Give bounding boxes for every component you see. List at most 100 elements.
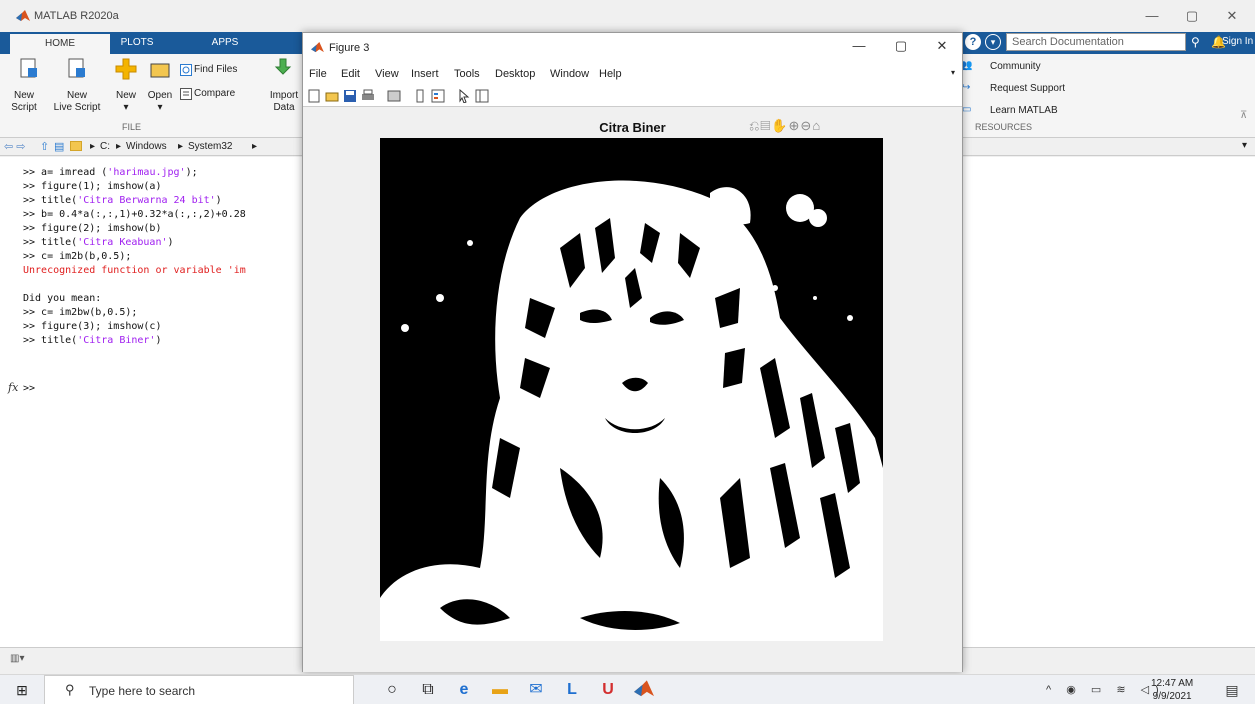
new-live-label-1: New (66, 90, 87, 101)
path-separator-icon: ▸ (90, 141, 96, 152)
file-explorer-icon[interactable]: ▬ (490, 680, 510, 700)
command-prompt[interactable]: >> (23, 383, 35, 394)
compare-button[interactable]: Compare (194, 88, 235, 99)
collapse-ribbon-icon[interactable]: ⊼ (1240, 110, 1247, 121)
pan-icon[interactable]: ✋ (771, 118, 788, 133)
new-script-label-2: Script (11, 102, 37, 113)
print-icon[interactable] (361, 89, 375, 103)
binary-tiger-image (380, 138, 883, 641)
help-icon[interactable]: ? (965, 34, 981, 50)
path-dropdown-icon[interactable]: ▾ (1242, 140, 1247, 151)
sign-in-link[interactable]: Sign In (1222, 36, 1253, 47)
axes-toolbar: ⎌▤✋⊕⊖⌂ (749, 118, 821, 134)
file-group-label: FILE (122, 122, 142, 132)
open-button[interactable]: Open ▾ (144, 90, 176, 114)
figure-minimize-button[interactable]: — (839, 38, 879, 53)
matlab-titlebar: MATLAB R2020a — ▢ ✕ (0, 0, 1255, 32)
import-data-button[interactable]: Import Data (266, 90, 302, 114)
new-label: New (115, 90, 136, 101)
new-figure-icon[interactable] (307, 89, 321, 103)
path-crumb-windows[interactable]: Windows (126, 141, 167, 152)
taskbar-search-box[interactable]: ⚲ Type here to search (44, 675, 354, 704)
new-dropdown-icon: ▾ (123, 102, 129, 113)
command-line: >> b= 0.4*a(:,:,1)+0.32*a(:,:,2)+0.28 (23, 209, 246, 220)
new-script-icon (20, 58, 37, 78)
figure-window: Figure 3 — ▢ ✕ File Edit View Insert Too… (302, 32, 963, 672)
menu-edit[interactable]: Edit (341, 68, 360, 80)
command-window[interactable]: >> a= imread ('harimau.jpg'); >> figure(… (0, 157, 305, 647)
system-tray-icons[interactable]: ^ ◉ ▭ ≋ ◁) (1046, 683, 1165, 696)
path-crumb-system32[interactable]: System32 (188, 141, 232, 152)
command-line: >> title('Citra Biner') (23, 335, 162, 346)
new-script-button[interactable]: New Script (4, 90, 44, 114)
path-separator-icon: ▸ (178, 141, 184, 152)
figure-titlebar: Figure 3 — ▢ ✕ (303, 33, 962, 63)
function-browser-icon[interactable]: fx (8, 381, 18, 394)
tab-home[interactable]: HOME (10, 34, 110, 54)
command-line: >> a= imread ('harimau.jpg'); (23, 167, 198, 178)
learning-app-icon[interactable]: L (562, 680, 582, 700)
learn-matlab-link[interactable]: Learn MATLAB (990, 105, 1058, 116)
command-line: >> c= im2b(b,0.5); (23, 251, 132, 262)
community-link[interactable]: Community (990, 61, 1041, 72)
edge-icon[interactable]: e (454, 680, 474, 700)
maximize-button[interactable]: ▢ (1172, 6, 1212, 26)
search-documentation-input[interactable]: Search Documentation (1006, 33, 1186, 51)
open-label: Open (147, 90, 173, 101)
home-icon[interactable]: ⌂ (812, 118, 821, 133)
windows-taskbar: ⊞ ⚲ Type here to search ○ ⧉ e ▬ ✉ L U ^ … (0, 674, 1255, 704)
figure-toolbar (303, 85, 962, 107)
back-forward-icon[interactable]: ⇦ ⇨ (4, 140, 26, 153)
path-separator-icon: ▸ (116, 141, 122, 152)
pointer-icon[interactable] (457, 89, 471, 103)
status-bar-icon: ▥▾ (10, 653, 25, 664)
task-view-icon[interactable]: ⧉ (418, 680, 438, 700)
request-support-link[interactable]: Request Support (990, 83, 1065, 94)
menu-desktop[interactable]: Desktop (495, 68, 535, 80)
search-icon[interactable]: ⚲ (1191, 35, 1200, 49)
save-icon[interactable] (343, 89, 357, 103)
menu-file[interactable]: File (309, 68, 327, 80)
menu-tools[interactable]: Tools (454, 68, 480, 80)
menu-window[interactable]: Window (550, 68, 589, 80)
menu-overflow-icon[interactable]: ▾ (951, 68, 955, 77)
taskbar-clock[interactable]: 12:47 AM 9/9/2021 (1151, 677, 1193, 703)
notification-center-icon[interactable]: ▤ (1222, 680, 1242, 700)
command-line: >> figure(2); imshow(b) (23, 223, 162, 234)
matlab-logo-icon (16, 10, 30, 21)
tab-apps[interactable]: APPS (200, 32, 250, 54)
browse-folder-icon[interactable]: ▤ (54, 140, 64, 153)
matlab-taskbar-icon[interactable] (634, 680, 654, 698)
figure-menubar: File Edit View Insert Tools Desktop Wind… (303, 63, 962, 85)
figure-close-button[interactable]: ✕ (922, 38, 962, 54)
new-button[interactable]: New ▾ (112, 90, 140, 114)
export-icon[interactable]: ⎌ (749, 118, 760, 133)
command-line: >> figure(1); imshow(a) (23, 181, 162, 192)
figure-maximize-button[interactable]: ▢ (881, 38, 921, 54)
mail-icon[interactable]: ✉ (526, 680, 546, 700)
menu-view[interactable]: View (375, 68, 399, 80)
mcafee-icon[interactable]: U (598, 680, 618, 700)
link-plot-icon[interactable] (387, 89, 401, 103)
zoom-out-icon[interactable]: ⊖ (800, 118, 812, 133)
new-live-script-button[interactable]: New Live Script (48, 90, 106, 114)
new-script-label-1: New (13, 90, 34, 101)
up-folder-icon[interactable]: ⇧ (40, 140, 49, 153)
zoom-in-icon[interactable]: ⊕ (789, 118, 801, 133)
minimize-button[interactable]: — (1132, 6, 1172, 26)
brush-icon[interactable]: ▤ (760, 118, 771, 133)
legend-icon[interactable] (431, 89, 445, 103)
close-button[interactable]: ✕ (1212, 6, 1252, 26)
cortana-icon[interactable]: ○ (382, 680, 402, 700)
open-file-icon[interactable] (325, 89, 339, 103)
menu-help[interactable]: Help (599, 68, 622, 80)
menu-insert[interactable]: Insert (411, 68, 439, 80)
options-icon[interactable]: ▾ (985, 34, 1001, 50)
colorbar-icon[interactable] (413, 89, 427, 103)
windows-start-icon[interactable]: ⊞ (12, 680, 32, 700)
window-title: MATLAB R2020a (34, 10, 119, 22)
property-editor-icon[interactable] (475, 89, 489, 103)
path-crumb-c[interactable]: C: (100, 141, 110, 152)
tab-plots[interactable]: PLOTS (112, 32, 162, 54)
find-files-button[interactable]: Find Files (194, 64, 237, 75)
